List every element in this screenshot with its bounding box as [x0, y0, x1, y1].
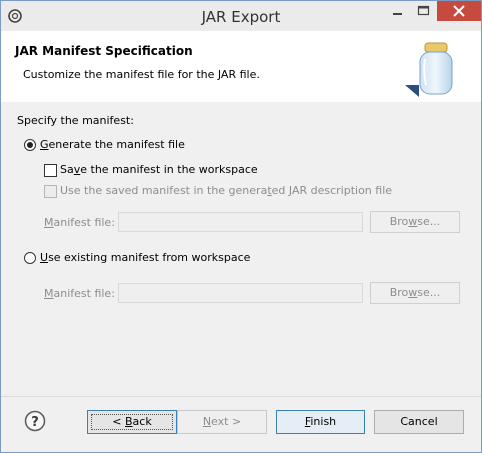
generate-manifest-radio[interactable]: [24, 139, 36, 151]
back-button[interactable]: < Back: [87, 410, 177, 434]
use-saved-manifest-checkbox[interactable]: [44, 185, 57, 198]
jar-icon: [405, 42, 453, 97]
radio-selected-dot: [27, 142, 33, 148]
page-description: Customize the manifest file for the JAR …: [23, 68, 260, 81]
maximize-icon: [417, 5, 430, 16]
jar-export-dialog: JAR Export JAR Manifest Specification Cu…: [0, 0, 482, 453]
use-existing-manifest-label[interactable]: Use existing manifest from workspace: [40, 251, 250, 264]
manifest-file-input-2[interactable]: [118, 283, 363, 303]
next-button[interactable]: Next >: [177, 410, 267, 434]
title-bar: JAR Export: [1, 1, 481, 31]
use-existing-manifest-radio[interactable]: [24, 252, 36, 264]
svg-text:?: ?: [31, 415, 39, 430]
minimize-icon: [393, 13, 402, 15]
manifest-file-label-2: Manifest file:: [44, 287, 115, 300]
wizard-header: JAR Manifest Specification Customize the…: [1, 31, 481, 102]
cancel-button[interactable]: Cancel: [374, 410, 464, 434]
manifest-file-input[interactable]: [118, 212, 363, 232]
save-manifest-label[interactable]: Save the manifest in the workspace: [60, 163, 258, 176]
footer-separator: [1, 396, 481, 397]
manifest-file-label: Manifest file:: [44, 216, 115, 229]
generate-manifest-label[interactable]: Generate the manifest file: [40, 138, 185, 151]
finish-button[interactable]: Finish: [276, 410, 365, 434]
browse-button[interactable]: Browse...: [370, 211, 460, 233]
browse-button-2[interactable]: Browse...: [370, 282, 460, 304]
specify-manifest-label: Specify the manifest:: [17, 114, 134, 127]
maximize-button[interactable]: [410, 1, 436, 21]
page-title: JAR Manifest Specification: [15, 44, 193, 58]
save-manifest-checkbox[interactable]: [44, 164, 57, 177]
help-icon[interactable]: ?: [24, 410, 46, 432]
minimize-button[interactable]: [384, 1, 410, 21]
header-separator: [1, 101, 481, 102]
use-saved-manifest-label: Use the saved manifest in the generated …: [60, 184, 393, 197]
close-icon: [453, 5, 465, 17]
close-button[interactable]: [437, 1, 481, 21]
